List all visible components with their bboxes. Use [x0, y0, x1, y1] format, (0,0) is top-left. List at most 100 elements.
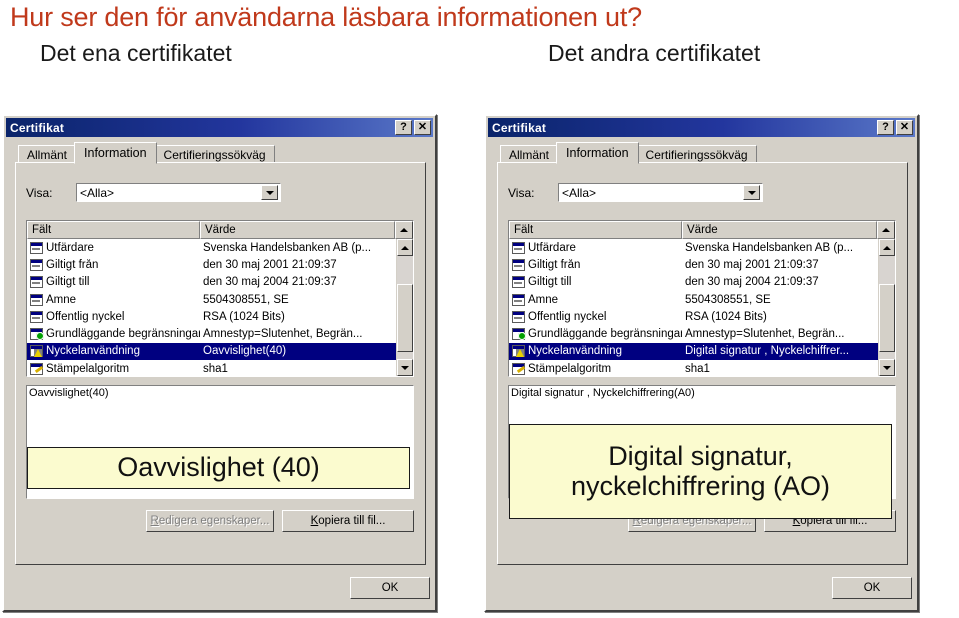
certificate-dialog-right: Certifikat ? ✕ Allmänt Information Certi… [484, 114, 919, 612]
scrollbar-track[interactable] [397, 256, 413, 359]
table-row[interactable]: Utfärdare Svenska Handelsbanken AB (p... [509, 239, 895, 256]
row-value: RSA (1024 Bits) [203, 310, 285, 323]
table-row[interactable]: Offentlig nyckel RSA (1024 Bits) [27, 308, 413, 325]
field-list-rows: Utfärdare Svenska Handelsbanken AB (p...… [509, 239, 895, 376]
close-icon[interactable]: ✕ [414, 120, 431, 135]
table-row[interactable]: Giltigt till den 30 maj 2004 21:09:37 [509, 274, 895, 291]
certificate-field-icon [512, 258, 525, 271]
table-row-selected[interactable]: Nyckelanvändning Digital signatur , Nyck… [509, 342, 895, 361]
table-row[interactable]: Giltigt till den 30 maj 2004 21:09:37 [27, 274, 413, 291]
show-select[interactable]: <Alla> [558, 183, 763, 202]
scroll-up-icon[interactable] [397, 239, 413, 256]
row-value: den 30 maj 2004 21:09:37 [203, 276, 337, 289]
table-row-selected[interactable]: Nyckelanvändning Oavvislighet(40) [27, 342, 413, 361]
row-field: Nyckelanvändning [46, 345, 140, 358]
certificate-field-icon [512, 241, 525, 254]
field-list[interactable]: Fält Värde Utfärdare Svenska Handelsbank… [508, 220, 896, 377]
row-field: Ämne [528, 293, 559, 306]
scroll-down-icon[interactable] [879, 359, 895, 376]
tab-information[interactable]: Information [74, 142, 157, 164]
certificate-field-icon [512, 310, 525, 323]
column-header-value[interactable]: Värde [682, 221, 877, 239]
row-field: Giltigt till [46, 276, 90, 289]
column-header-field[interactable]: Fält [27, 221, 200, 239]
show-select-value: <Alla> [562, 185, 597, 200]
certificate-dialog-left: Certifikat ? ✕ Allmänt Information Certi… [2, 114, 437, 612]
table-row[interactable]: Ämne 5504308551, SE [27, 291, 413, 308]
table-row[interactable]: Stämpelalgoritm sha1 [27, 360, 413, 376]
field-list[interactable]: Fält Värde Utfärdare Svenska Handelsbank… [26, 220, 414, 377]
show-select[interactable]: <Alla> [76, 183, 281, 202]
row-value: Oavvislighet(40) [203, 345, 287, 358]
window-title: Certifikat [492, 120, 547, 135]
scrollbar-thumb[interactable] [879, 284, 895, 352]
row-value: RSA (1024 Bits) [685, 310, 767, 323]
edit-properties-label: edigera egenskaper... [158, 515, 270, 527]
field-list-scrollbar[interactable] [878, 239, 895, 376]
tab-page-information: Visa: <Alla> Fält Värde Utfärdare Svensk… [15, 162, 426, 565]
column-header-field[interactable]: Fält [509, 221, 682, 239]
field-list-header: Fält Värde [509, 221, 895, 239]
show-label: Visa: [26, 185, 53, 200]
column-header-value[interactable]: Värde [200, 221, 395, 239]
chevron-down-icon[interactable] [743, 185, 760, 200]
row-field: Stämpelalgoritm [528, 362, 612, 375]
edit-properties-button[interactable]: Redigera egenskaper... [146, 510, 274, 532]
row-field: Giltigt från [528, 258, 581, 271]
row-value: sha1 [203, 362, 228, 375]
help-icon[interactable]: ? [395, 120, 412, 135]
row-field: Utfärdare [46, 241, 94, 254]
show-select-value: <Alla> [80, 185, 115, 200]
row-field: Giltigt från [46, 258, 99, 271]
table-row[interactable]: Grundläggande begränsningar Ämnestyp=Slu… [27, 325, 413, 342]
row-value: sha1 [685, 362, 710, 375]
scroll-up-icon[interactable] [879, 239, 895, 256]
warning-field-icon [512, 345, 525, 358]
table-row[interactable]: Utfärdare Svenska Handelsbanken AB (p... [27, 239, 413, 256]
tabstrip: Allmänt Information Certifieringssökväg [500, 142, 757, 164]
table-row[interactable]: Ämne 5504308551, SE [509, 291, 895, 308]
certificate-field-icon [512, 276, 525, 289]
row-value: Svenska Handelsbanken AB (p... [685, 241, 854, 254]
row-value: den 30 maj 2001 21:09:37 [685, 258, 819, 271]
table-row[interactable]: Giltigt från den 30 maj 2001 21:09:37 [509, 256, 895, 273]
column-header-spacer [395, 221, 413, 239]
green-plus-field-icon [30, 328, 44, 341]
certificate-field-icon [30, 241, 43, 254]
ok-button[interactable]: OK [832, 577, 912, 599]
row-value: 5504308551, SE [685, 293, 771, 306]
table-row[interactable]: Giltigt från den 30 maj 2001 21:09:37 [27, 256, 413, 273]
field-detail-text: Oavvislighet(40) [29, 387, 109, 399]
green-plus-field-icon [512, 328, 526, 341]
table-row[interactable]: Grundläggande begränsningar Ämnestyp=Slu… [509, 325, 895, 342]
row-field: Giltigt till [528, 276, 572, 289]
row-value: Ämnestyp=Slutenhet, Begrän... [685, 328, 845, 341]
row-field: Utfärdare [528, 241, 576, 254]
ok-button[interactable]: OK [350, 577, 430, 599]
copy-to-file-button[interactable]: Kopiera till fil... [282, 510, 414, 532]
row-value: den 30 maj 2001 21:09:37 [203, 258, 337, 271]
tabstrip: Allmänt Information Certifieringssökväg [18, 142, 275, 164]
close-icon[interactable]: ✕ [896, 120, 913, 135]
table-row[interactable]: Offentlig nyckel RSA (1024 Bits) [509, 308, 895, 325]
table-row[interactable]: Stämpelalgoritm sha1 [509, 360, 895, 376]
show-filter-row: Visa: <Alla> [26, 183, 281, 202]
row-field: Ämne [46, 293, 77, 306]
row-field: Offentlig nyckel [528, 310, 607, 323]
field-list-header: Fält Värde [27, 221, 413, 239]
scrollbar-thumb[interactable] [397, 284, 413, 352]
pencil-field-icon [512, 362, 525, 375]
left-column-caption: Det ena certifikatet [40, 40, 232, 66]
column-header-spacer [877, 221, 895, 239]
certificate-field-icon [30, 310, 43, 323]
scroll-down-icon[interactable] [397, 359, 413, 376]
certificate-field-icon [30, 276, 43, 289]
titlebar: Certifikat ? ✕ [488, 118, 915, 137]
scrollbar-track[interactable] [879, 256, 895, 359]
right-column-caption: Det andra certifikatet [548, 40, 761, 66]
field-list-scrollbar[interactable] [396, 239, 413, 376]
chevron-down-icon[interactable] [261, 185, 278, 200]
help-icon[interactable]: ? [877, 120, 894, 135]
certificate-field-icon [30, 293, 43, 306]
tab-information[interactable]: Information [556, 142, 639, 164]
